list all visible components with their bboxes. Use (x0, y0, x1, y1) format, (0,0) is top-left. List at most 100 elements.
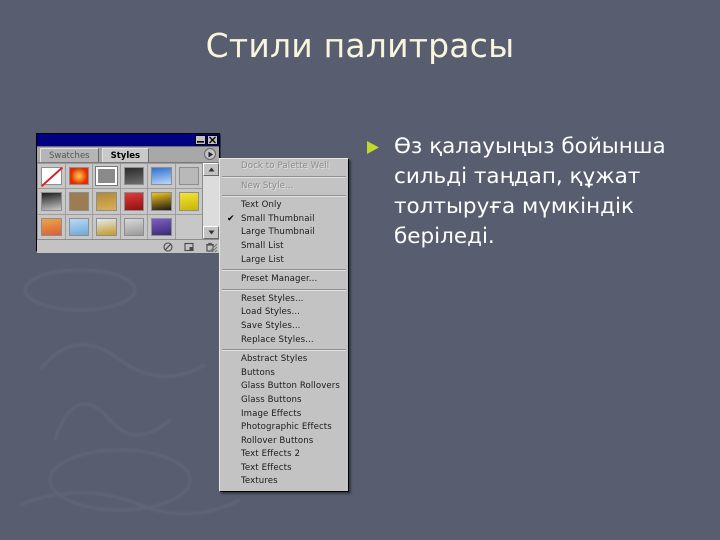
styles-palette-context-menu[interactable]: Dock to Palette Well New Style... Text Onl… (219, 158, 349, 493)
menu-item-rollover-buttons[interactable]: Rollover Buttons (220, 435, 348, 449)
menu-item-text-effects-2[interactable]: Text Effects 2 (220, 448, 348, 462)
menu-item-dock-to-palette-well: Dock to Palette Well (220, 160, 348, 174)
palette-scrollbar[interactable] (202, 163, 219, 239)
menu-item-preset-manager[interactable]: Preset Manager... (220, 273, 348, 287)
style-swatch-dark-gradient[interactable] (38, 189, 65, 214)
menu-item-new-style: New Style... (220, 180, 348, 194)
palette-tab-bar[interactable]: Swatches Styles (37, 147, 219, 163)
style-swatch-blue-shape[interactable] (148, 164, 175, 189)
style-swatch-yellow-crumple[interactable] (175, 189, 203, 214)
styles-palette-window[interactable]: Swatches Styles (36, 133, 220, 253)
menu-item-save-styles[interactable]: Save Styles... (220, 320, 348, 334)
styles-swatch-grid[interactable] (37, 163, 203, 239)
style-swatch-dark-texture[interactable] (120, 164, 148, 189)
menu-item-label: Small List (241, 240, 284, 251)
swatch-chip (151, 192, 172, 211)
swatch-chip (41, 217, 62, 236)
menu-item-label: Preset Manager... (241, 274, 318, 285)
menu-separator (222, 269, 346, 272)
bullet-list-item: Өз қалауыңыз бойынша сильді таңдап, құжа… (366, 132, 686, 252)
palette-body (37, 163, 219, 239)
style-swatch-gold-blue-band[interactable] (93, 214, 120, 239)
swatch-chip (123, 167, 145, 186)
menu-item-large-list[interactable]: Large List (220, 254, 348, 268)
palette-menu-arrow-icon[interactable] (204, 148, 216, 160)
swatch-chip (41, 192, 62, 211)
page-title: Стили палитрасы (205, 26, 515, 65)
menu-item-large-thumbnail[interactable]: Large Thumbnail (220, 226, 348, 240)
style-swatch-light-gray[interactable] (175, 164, 203, 189)
menu-item-glass-buttons[interactable]: Glass Buttons (220, 394, 348, 408)
menu-item-replace-styles[interactable]: Replace Styles... (220, 334, 348, 348)
style-swatch-gray-pattern[interactable] (120, 214, 148, 239)
swatch-chip (95, 165, 118, 187)
style-swatch-tan-flat[interactable] (65, 189, 93, 214)
tab-styles[interactable]: Styles (101, 148, 150, 162)
menu-item-label: New Style... (241, 180, 294, 191)
menu-item-label: Image Effects (241, 408, 302, 419)
scroll-up-arrow-icon[interactable] (203, 163, 219, 176)
menu-separator (222, 349, 346, 352)
menu-item-text-effects[interactable]: Text Effects (220, 462, 348, 476)
style-swatch-gray-plain[interactable] (93, 164, 120, 189)
swatch-chip (178, 192, 200, 211)
new-style-icon[interactable] (184, 242, 194, 252)
menu-item-label: Dock to Palette Well (241, 161, 330, 171)
menu-item-label: Text Only (241, 200, 282, 211)
menu-item-label: Text Effects (241, 462, 292, 473)
menu-item-text-only[interactable]: Text Only (220, 199, 348, 213)
menu-item-buttons[interactable]: Buttons (220, 367, 348, 381)
swatch-chip (151, 217, 172, 236)
tab-swatches[interactable]: Swatches (40, 148, 99, 162)
menu-separator (222, 175, 346, 178)
menu-item-textures[interactable]: Textures (220, 475, 348, 489)
swatch-chip (123, 217, 145, 236)
style-swatch-orange-gradient[interactable] (38, 214, 65, 239)
palette-footer-toolbar[interactable] (37, 239, 219, 253)
swatch-chip (68, 217, 90, 236)
menu-item-label: Photographic Effects (241, 422, 332, 433)
menu-item-photographic-effects[interactable]: Photographic Effects (220, 421, 348, 435)
menu-item-label: Small Thumbnail (241, 213, 315, 224)
menu-item-label: Replace Styles... (241, 334, 314, 345)
menu-item-label: Save Styles... (241, 320, 301, 331)
swatch-chip (68, 167, 90, 186)
menu-separator (222, 195, 346, 198)
style-swatch-purple-gradient[interactable] (148, 214, 175, 239)
style-swatch-light-blue-gradient[interactable] (65, 214, 93, 239)
menu-item-abstract-styles[interactable]: Abstract Styles (220, 353, 348, 367)
menu-item-small-list[interactable]: Small List (220, 240, 348, 254)
check-icon: ✔ (227, 213, 235, 224)
menu-item-label: Rollover Buttons (241, 435, 314, 446)
scroll-down-arrow-icon[interactable] (203, 226, 219, 239)
style-swatch-red-stripe[interactable] (120, 189, 148, 214)
close-button[interactable] (207, 135, 218, 145)
tab-styles-label: Styles (110, 151, 141, 161)
resize-grip-icon[interactable] (206, 241, 218, 253)
style-swatch-red-glow[interactable] (65, 164, 93, 189)
menu-item-label: Large List (241, 254, 284, 265)
swatch-chip (178, 167, 200, 186)
style-swatch-none-style[interactable] (38, 164, 65, 189)
menu-separator (222, 288, 346, 291)
menu-item-label: Glass Buttons (241, 394, 302, 405)
swatch-chip (123, 192, 145, 211)
bullet-text: Өз қалауыңыз бойынша сильді таңдап, құжа… (394, 134, 666, 249)
palette-titlebar[interactable] (37, 134, 219, 147)
no-entry-icon[interactable] (163, 241, 173, 252)
menu-item-glass-button-rollovers[interactable]: Glass Button Rollovers (220, 380, 348, 394)
style-swatch-black-yellow-graphic[interactable] (148, 189, 175, 214)
scrollbar-track[interactable] (203, 176, 219, 226)
menu-item-label: Load Styles... (241, 307, 301, 318)
swatch-chip (96, 192, 117, 211)
style-swatch-empty-slot[interactable] (175, 214, 203, 239)
minimize-button[interactable] (195, 135, 206, 145)
swatch-chip (151, 167, 172, 186)
style-swatch-gold-gradient[interactable] (93, 189, 120, 214)
menu-item-reset-styles[interactable]: Reset Styles... (220, 293, 348, 307)
menu-item-load-styles[interactable]: Load Styles... (220, 306, 348, 320)
swatch-chip (68, 192, 90, 211)
menu-item-image-effects[interactable]: Image Effects (220, 408, 348, 422)
menu-item-small-thumbnail[interactable]: ✔ Small Thumbnail (220, 213, 348, 227)
menu-item-label: Large Thumbnail (241, 227, 315, 238)
